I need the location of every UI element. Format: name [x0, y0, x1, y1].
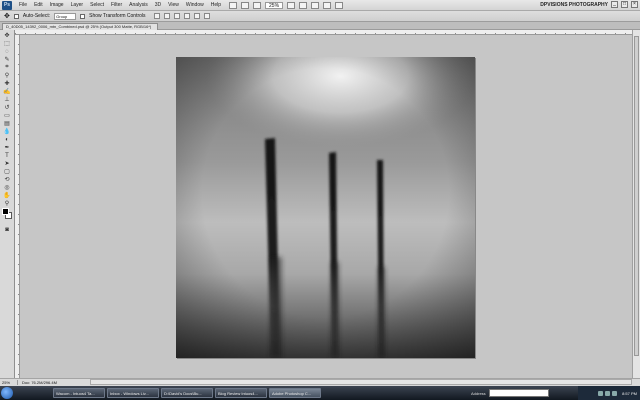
document-tab[interactable]: D_40D05_14392_0006_mtn_Combined.psd @ 25…	[2, 23, 159, 30]
align-right-icon[interactable]	[203, 13, 210, 19]
clock[interactable]: 8:57 PM	[622, 391, 637, 396]
taskbar-button-wacom[interactable]: Wacom - Intuos4 Ta...	[53, 388, 105, 398]
zoom-tool-icon[interactable]: ⚲	[3, 200, 11, 207]
quick-select-tool-icon[interactable]: ✎	[3, 56, 11, 63]
menu-edit[interactable]: Edit	[34, 2, 43, 8]
view-extras-icon[interactable]	[253, 1, 262, 9]
volume-icon[interactable]	[605, 390, 611, 396]
maximize-button[interactable]: □	[621, 1, 628, 8]
show-transform-label: Show Transform Controls	[89, 13, 146, 19]
align-left-icon[interactable]	[183, 13, 190, 19]
menu-select[interactable]: Select	[90, 2, 104, 8]
gradient-tool-icon[interactable]: ▤	[3, 120, 11, 127]
menu-layer[interactable]: Layer	[71, 2, 84, 8]
workspace-switcher[interactable]: DPVISIONS PHOTOGRAPHY _ □ ×	[540, 1, 638, 8]
menu-image[interactable]: Image	[50, 2, 64, 8]
eyedropper-tool-icon[interactable]: ⚲	[3, 72, 11, 79]
vertical-scrollbar[interactable]	[632, 30, 640, 378]
taskbar-button-inbox[interactable]: Inbox - Windows Liv...	[107, 388, 159, 398]
menu-window[interactable]: Window	[186, 2, 204, 8]
auto-select-dropdown[interactable]: Group	[54, 12, 77, 20]
minimize-button[interactable]: _	[611, 1, 618, 8]
status-zoom[interactable]: 25%	[0, 380, 18, 385]
address-label: Address	[471, 390, 486, 396]
menu-help[interactable]: Help	[211, 2, 221, 8]
zoom-level-select[interactable]: 25%	[265, 1, 284, 9]
auto-select-checkbox[interactable]	[13, 13, 19, 19]
arrange-documents-icon[interactable]	[323, 1, 332, 9]
align-top-icon[interactable]	[153, 13, 160, 19]
mini-bridge-icon[interactable]	[241, 1, 250, 9]
3d-camera-tool-icon[interactable]: ◎	[3, 184, 11, 191]
hand-tool-icon[interactable]	[287, 1, 296, 9]
brush-tool-icon[interactable]: ✍	[3, 88, 11, 95]
crop-tool-icon[interactable]: ⌗	[3, 64, 11, 71]
document-tab-bar: D_40D05_14392_0006_mtn_Combined.psd @ 25…	[0, 22, 640, 30]
menu-file[interactable]: File	[19, 2, 27, 8]
bridge-icon[interactable]	[229, 1, 238, 9]
windows-taskbar: Wacom - Intuos4 Ta... Inbox - Windows Li…	[0, 386, 640, 400]
document-image[interactable]	[176, 57, 475, 358]
menu-filter[interactable]: Filter	[111, 2, 122, 8]
status-doc-info[interactable]: Doc: 76.2M/296.4M	[18, 380, 57, 385]
toolbox: ✥ ⬚ ◌ ✎ ⌗ ⚲ ✚ ✍ ⊥ ↺ ▭ ▤ 💧 ◐ ✒ T ➤ ▢ ⟲ ◎ …	[0, 30, 15, 378]
taskbar-button-folder[interactable]: D:\David's Docs\Bu...	[161, 388, 213, 398]
address-input[interactable]	[488, 389, 549, 397]
marquee-tool-icon[interactable]: ⬚	[3, 40, 11, 47]
menu-bar: Ps File Edit Image Layer Select Filter A…	[0, 0, 640, 11]
horizontal-scrollbar[interactable]	[90, 379, 632, 385]
path-selection-tool-icon[interactable]: ➤	[3, 160, 11, 167]
zoom-tool-icon[interactable]	[299, 1, 308, 9]
align-center-icon[interactable]	[193, 13, 200, 19]
menu-view[interactable]: View	[168, 2, 179, 8]
application-bar-icons: 25%	[229, 1, 344, 9]
screen-mode-icon[interactable]	[335, 1, 344, 9]
dodge-tool-icon[interactable]: ◐	[3, 136, 11, 143]
vertical-scroll-thumb[interactable]	[634, 36, 639, 356]
menu-3d[interactable]: 3D	[155, 2, 161, 8]
shape-tool-icon[interactable]: ▢	[3, 168, 11, 175]
history-brush-tool-icon[interactable]: ↺	[3, 104, 11, 111]
network-icon[interactable]	[598, 390, 604, 396]
lasso-tool-icon[interactable]: ◌	[3, 48, 11, 55]
pen-tool-icon[interactable]: ✒	[3, 144, 11, 151]
tablet-icon[interactable]	[612, 390, 618, 396]
align-bottom-icon[interactable]	[173, 13, 180, 19]
system-tray: 8:57 PM	[578, 386, 640, 400]
workspace-name[interactable]: DPVISIONS PHOTOGRAPHY	[540, 2, 608, 8]
align-middle-icon[interactable]	[163, 13, 170, 19]
taskbar-button-photoshop[interactable]: Adobe Photoshop C...	[269, 388, 321, 398]
move-tool-icon[interactable]: ✥	[3, 32, 11, 39]
photoshop-logo: Ps	[2, 0, 12, 10]
move-tool-icon[interactable]: ✥	[4, 12, 10, 20]
eraser-tool-icon[interactable]: ▭	[3, 112, 11, 119]
options-bar: ✥ Auto-Select: Group Show Transform Cont…	[0, 11, 640, 22]
healing-brush-tool-icon[interactable]: ✚	[3, 80, 11, 87]
auto-select-label: Auto-Select:	[22, 13, 51, 19]
close-button[interactable]: ×	[631, 1, 638, 8]
taskbar-button-blog[interactable]: Blog Review Intuos4...	[215, 388, 267, 398]
clone-stamp-tool-icon[interactable]: ⊥	[3, 96, 11, 103]
rotate-view-icon[interactable]	[311, 1, 320, 9]
start-button[interactable]	[1, 387, 13, 399]
3d-rotate-tool-icon[interactable]: ⟲	[3, 176, 11, 183]
blur-tool-icon[interactable]: 💧	[3, 128, 11, 135]
menu-analysis[interactable]: Analysis	[129, 2, 148, 8]
hand-tool-icon[interactable]: ✋	[3, 192, 11, 199]
type-tool-icon[interactable]: T	[3, 152, 11, 159]
foreground-color-swatch[interactable]	[2, 208, 9, 215]
quick-mask-icon[interactable]: ◙	[3, 226, 11, 233]
show-transform-checkbox[interactable]	[80, 13, 86, 19]
